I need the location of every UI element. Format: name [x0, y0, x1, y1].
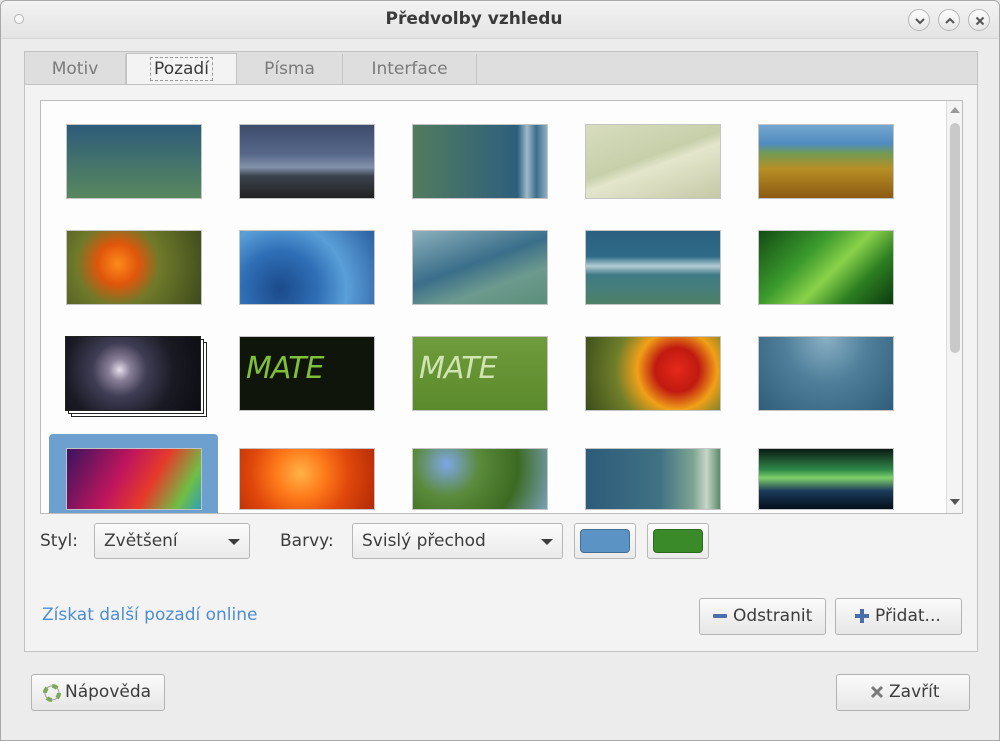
tab-fonts[interactable]: Písma — [237, 54, 343, 85]
wallpaper-thumb[interactable] — [585, 336, 721, 411]
help-button[interactable]: Nápověda — [31, 674, 165, 711]
tab-bar: Motiv Pozadí Písma Interface — [24, 51, 978, 86]
get-more-backgrounds-link[interactable]: Získat další pozadí online — [42, 605, 257, 625]
wallpaper-thumb[interactable] — [239, 230, 375, 305]
wallpaper-thumb[interactable] — [758, 448, 894, 510]
wallpaper-thumb[interactable] — [412, 230, 548, 305]
add-button[interactable]: Přidat... — [835, 598, 962, 635]
close-icon — [870, 685, 884, 699]
tab-interface[interactable]: Interface — [343, 54, 477, 85]
wallpaper-gallery[interactable]: MATE MATE — [40, 100, 963, 514]
dropdown-arrow-icon — [541, 539, 553, 545]
close-icon — [975, 16, 985, 26]
scroll-down-arrow[interactable] — [950, 499, 960, 505]
style-dropdown[interactable]: Zvětšení — [94, 523, 250, 559]
plus-icon — [855, 609, 869, 623]
wallpaper-thumb[interactable] — [412, 448, 548, 510]
close-window-button[interactable] — [968, 9, 990, 31]
chevron-up-icon — [945, 17, 955, 24]
help-button-label: Nápověda — [65, 682, 152, 702]
secondary-color-swatch — [653, 529, 703, 553]
tab-background[interactable]: Pozadí — [126, 53, 237, 86]
mate-logo: MATE — [246, 351, 325, 386]
wallpaper-thumb[interactable] — [585, 230, 721, 305]
scroll-up-arrow[interactable] — [950, 107, 960, 113]
minimize-button[interactable] — [908, 9, 930, 31]
primary-color-button[interactable] — [574, 523, 636, 559]
preferences-notebook: Motiv Pozadí Písma Interface MATE MATE S… — [24, 51, 978, 652]
close-button[interactable]: Zavřít — [836, 674, 970, 711]
colors-label: Barvy: — [280, 531, 334, 551]
minus-icon — [713, 614, 727, 618]
wallpaper-thumb[interactable]: MATE — [239, 336, 375, 411]
maximize-button[interactable] — [938, 9, 960, 31]
style-dropdown-value: Zvětšení — [104, 531, 178, 551]
style-label: Styl: — [40, 531, 78, 551]
primary-color-swatch — [580, 529, 630, 553]
wallpaper-thumb[interactable] — [758, 230, 894, 305]
help-lifebuoy-icon — [43, 684, 61, 702]
wallpaper-thumb[interactable] — [758, 124, 894, 199]
remove-button-label: Odstranit — [733, 606, 813, 626]
colors-dropdown-value: Svislý přechod — [362, 531, 486, 551]
secondary-color-button[interactable] — [647, 523, 709, 559]
mate-logo: MATE — [419, 351, 498, 386]
background-page: MATE MATE Styl: Zvětšení Barvy: Svislý p… — [24, 84, 978, 652]
colors-dropdown[interactable]: Svislý přechod — [352, 523, 563, 559]
chevron-down-icon — [915, 18, 925, 25]
wallpaper-thumb[interactable] — [585, 448, 721, 510]
wallpaper-thumb[interactable] — [585, 124, 721, 199]
dropdown-arrow-icon — [228, 539, 240, 545]
window-title: Předvolby vzhledu — [385, 9, 563, 29]
title-bar: Předvolby vzhledu — [1, 1, 999, 39]
wallpaper-thumb[interactable] — [66, 230, 202, 305]
wallpaper-thumb[interactable]: MATE — [412, 336, 548, 411]
close-button-label: Zavřít — [889, 682, 940, 702]
add-button-label: Přidat... — [875, 606, 941, 626]
wallpaper-thumb[interactable] — [65, 336, 201, 411]
tab-background-label: Pozadí — [150, 57, 213, 81]
gallery-scrollbar[interactable] — [946, 101, 962, 513]
wallpaper-thumb[interactable] — [239, 124, 375, 199]
wallpaper-thumb[interactable] — [66, 448, 202, 510]
remove-button[interactable]: Odstranit — [699, 598, 826, 635]
scrollbar-thumb[interactable] — [950, 123, 960, 353]
wallpaper-thumb[interactable] — [758, 336, 894, 411]
wallpaper-thumb[interactable] — [239, 448, 375, 510]
tab-theme[interactable]: Motiv — [25, 54, 126, 85]
wallpaper-thumb[interactable] — [412, 124, 548, 199]
appearance-preferences-window: Předvolby vzhledu Motiv Pozadí Písma Int… — [0, 0, 1000, 741]
wallpaper-thumb[interactable] — [66, 124, 202, 199]
